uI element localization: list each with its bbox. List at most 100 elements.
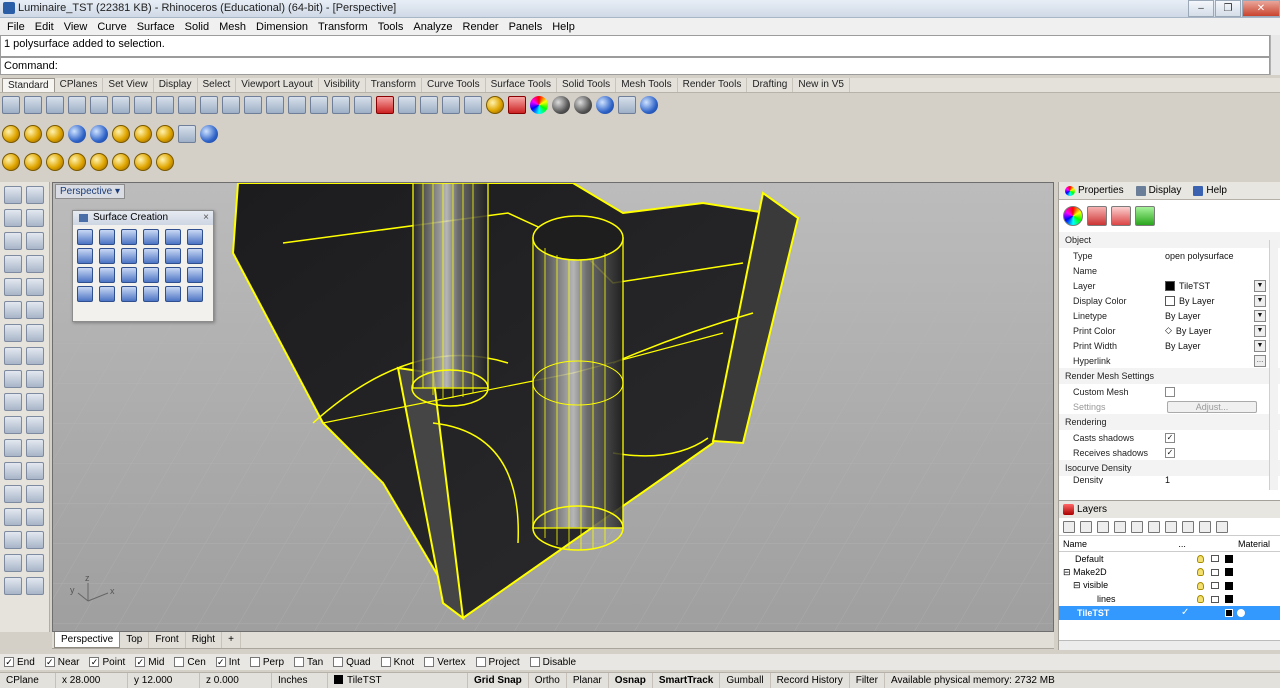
viewport-tab-perspective[interactable]: Perspective: [54, 632, 121, 648]
zoom-extents-icon[interactable]: [288, 96, 306, 114]
tab-transform[interactable]: Transform: [366, 78, 422, 92]
surface-creation-titlebar[interactable]: Surface Creation ×: [73, 211, 213, 225]
srf-panel-icon[interactable]: [165, 286, 181, 302]
select-points-icon[interactable]: [420, 96, 438, 114]
sun-light-small-icon[interactable]: [2, 153, 20, 171]
prop-row-custom-mesh[interactable]: Custom Mesh: [1059, 384, 1280, 399]
menu-file[interactable]: File: [2, 21, 30, 33]
properties-scrollbar[interactable]: [1269, 240, 1278, 490]
menu-tools[interactable]: Tools: [373, 21, 409, 33]
check-icon[interactable]: [26, 554, 44, 572]
zoom-selected-icon[interactable]: [310, 96, 328, 114]
render-settings-icon[interactable]: [46, 125, 64, 143]
render-help-icon[interactable]: [200, 125, 218, 143]
layer-tools-icon[interactable]: [1182, 520, 1194, 533]
point-light-icon[interactable]: [46, 153, 64, 171]
bulb-icon[interactable]: [1197, 554, 1204, 563]
chevron-down-icon[interactable]: ▼: [1254, 294, 1266, 307]
menu-transform[interactable]: Transform: [313, 21, 373, 33]
osnap-vertex[interactable]: Vertex: [424, 657, 466, 668]
bulb-icon[interactable]: [1197, 568, 1204, 577]
cut-icon[interactable]: [112, 96, 130, 114]
analyze-icon[interactable]: [4, 554, 22, 572]
prop-row-casts-shadows[interactable]: Casts shadows ✓: [1059, 430, 1280, 445]
ellipse-icon[interactable]: [26, 232, 44, 250]
osnap-tan-checkbox[interactable]: [294, 657, 305, 667]
srf-curve2-icon[interactable]: [99, 286, 115, 302]
srf-mesh-grid-icon[interactable]: [187, 286, 203, 302]
command-input[interactable]: [60, 60, 1261, 73]
tab-select[interactable]: Select: [198, 78, 237, 92]
chevron-down-icon[interactable]: ▼: [1254, 309, 1266, 322]
zoom-window-icon[interactable]: [266, 96, 284, 114]
paste-icon[interactable]: [156, 96, 174, 114]
osnap-knot[interactable]: Knot: [380, 657, 414, 668]
osnap-end[interactable]: ✓ End: [4, 657, 35, 668]
custom-mesh-checkbox[interactable]: [1165, 386, 1175, 397]
osnap-toggle[interactable]: Osnap: [609, 672, 653, 688]
minimize-button[interactable]: –: [1188, 0, 1214, 17]
cplane-icon[interactable]: [398, 96, 416, 114]
prop-row-name[interactable]: Name: [1059, 263, 1280, 278]
directional-light-icon[interactable]: [24, 153, 42, 171]
srf-cone-icon[interactable]: [143, 267, 159, 283]
point-light-2-icon[interactable]: [68, 153, 86, 171]
receives-shadows-checkbox[interactable]: ✓: [1165, 447, 1175, 458]
render-sphere-icon[interactable]: [552, 96, 570, 114]
ellipsis-button[interactable]: …: [1254, 354, 1266, 367]
bulb-icon[interactable]: [1197, 581, 1204, 590]
delete-layer-icon[interactable]: [1097, 520, 1109, 533]
srf-revolve-icon[interactable]: [77, 267, 93, 283]
layer-help-icon[interactable]: [1216, 520, 1228, 533]
move-icon[interactable]: [4, 393, 22, 411]
rectangle-icon[interactable]: [26, 255, 44, 273]
srf-network-icon[interactable]: [121, 229, 137, 245]
tab-cplanes[interactable]: CPlanes: [55, 78, 104, 92]
srf-rail-revolve-icon[interactable]: [99, 267, 115, 283]
light-icon[interactable]: [4, 370, 22, 388]
car-named-view-icon[interactable]: [376, 96, 394, 114]
sun-light-icon[interactable]: [112, 125, 130, 143]
open-file-icon[interactable]: [24, 96, 42, 114]
tab-display[interactable]: Display: [154, 78, 198, 92]
new-sublayer-icon[interactable]: [1080, 520, 1092, 533]
srf-blend-icon[interactable]: [165, 267, 181, 283]
gumball-toggle[interactable]: Gumball: [720, 672, 771, 688]
options-icon[interactable]: [618, 96, 636, 114]
rect-light-icon[interactable]: [156, 153, 174, 171]
split-icon[interactable]: [26, 416, 44, 434]
spot-light-icon[interactable]: [156, 125, 174, 143]
osnap-int[interactable]: ✓ Int: [215, 657, 240, 668]
light-bulb-icon[interactable]: [486, 96, 504, 114]
offset-icon[interactable]: [4, 301, 22, 319]
mesh-icon[interactable]: [26, 347, 44, 365]
casts-shadows-checkbox[interactable]: ✓: [1165, 432, 1175, 443]
zoom-icon[interactable]: [244, 96, 262, 114]
select-arrow-icon[interactable]: [4, 186, 22, 204]
menu-view[interactable]: View: [59, 21, 93, 33]
prop-row-layer[interactable]: Layer TileTST ▼: [1059, 278, 1280, 293]
save-icon[interactable]: [46, 96, 64, 114]
polyline-icon[interactable]: [4, 209, 22, 227]
srf-sweep2-icon[interactable]: [143, 248, 159, 264]
record-history-toggle[interactable]: Record History: [771, 672, 850, 688]
circle-icon[interactable]: [4, 232, 22, 250]
rendered-sphere-icon[interactable]: [596, 96, 614, 114]
osnap-quad[interactable]: Quad: [333, 657, 371, 668]
adjust-button[interactable]: Adjust...: [1167, 400, 1257, 413]
viewport-tab-right[interactable]: Right: [186, 632, 223, 648]
undo-icon[interactable]: [200, 96, 218, 114]
srf-sweep1-icon[interactable]: [121, 248, 137, 264]
import-icon[interactable]: [90, 96, 108, 114]
close-button[interactable]: ✕: [1242, 0, 1280, 17]
prop-row-density[interactable]: Density 1: [1059, 476, 1280, 484]
tab-visibility[interactable]: Visibility: [319, 78, 366, 92]
render-icon[interactable]: [4, 577, 22, 595]
rotate-view-icon[interactable]: [332, 96, 350, 114]
srf-loft-icon[interactable]: [165, 248, 181, 264]
osnap-point-checkbox[interactable]: ✓: [89, 657, 100, 667]
layer-row-selected[interactable]: TileTST ✓: [1059, 606, 1280, 620]
prop-row-receives-shadows[interactable]: Receives shadows ✓: [1059, 445, 1280, 460]
osnap-near-checkbox[interactable]: ✓: [44, 657, 55, 667]
properties-icon[interactable]: [508, 96, 526, 114]
